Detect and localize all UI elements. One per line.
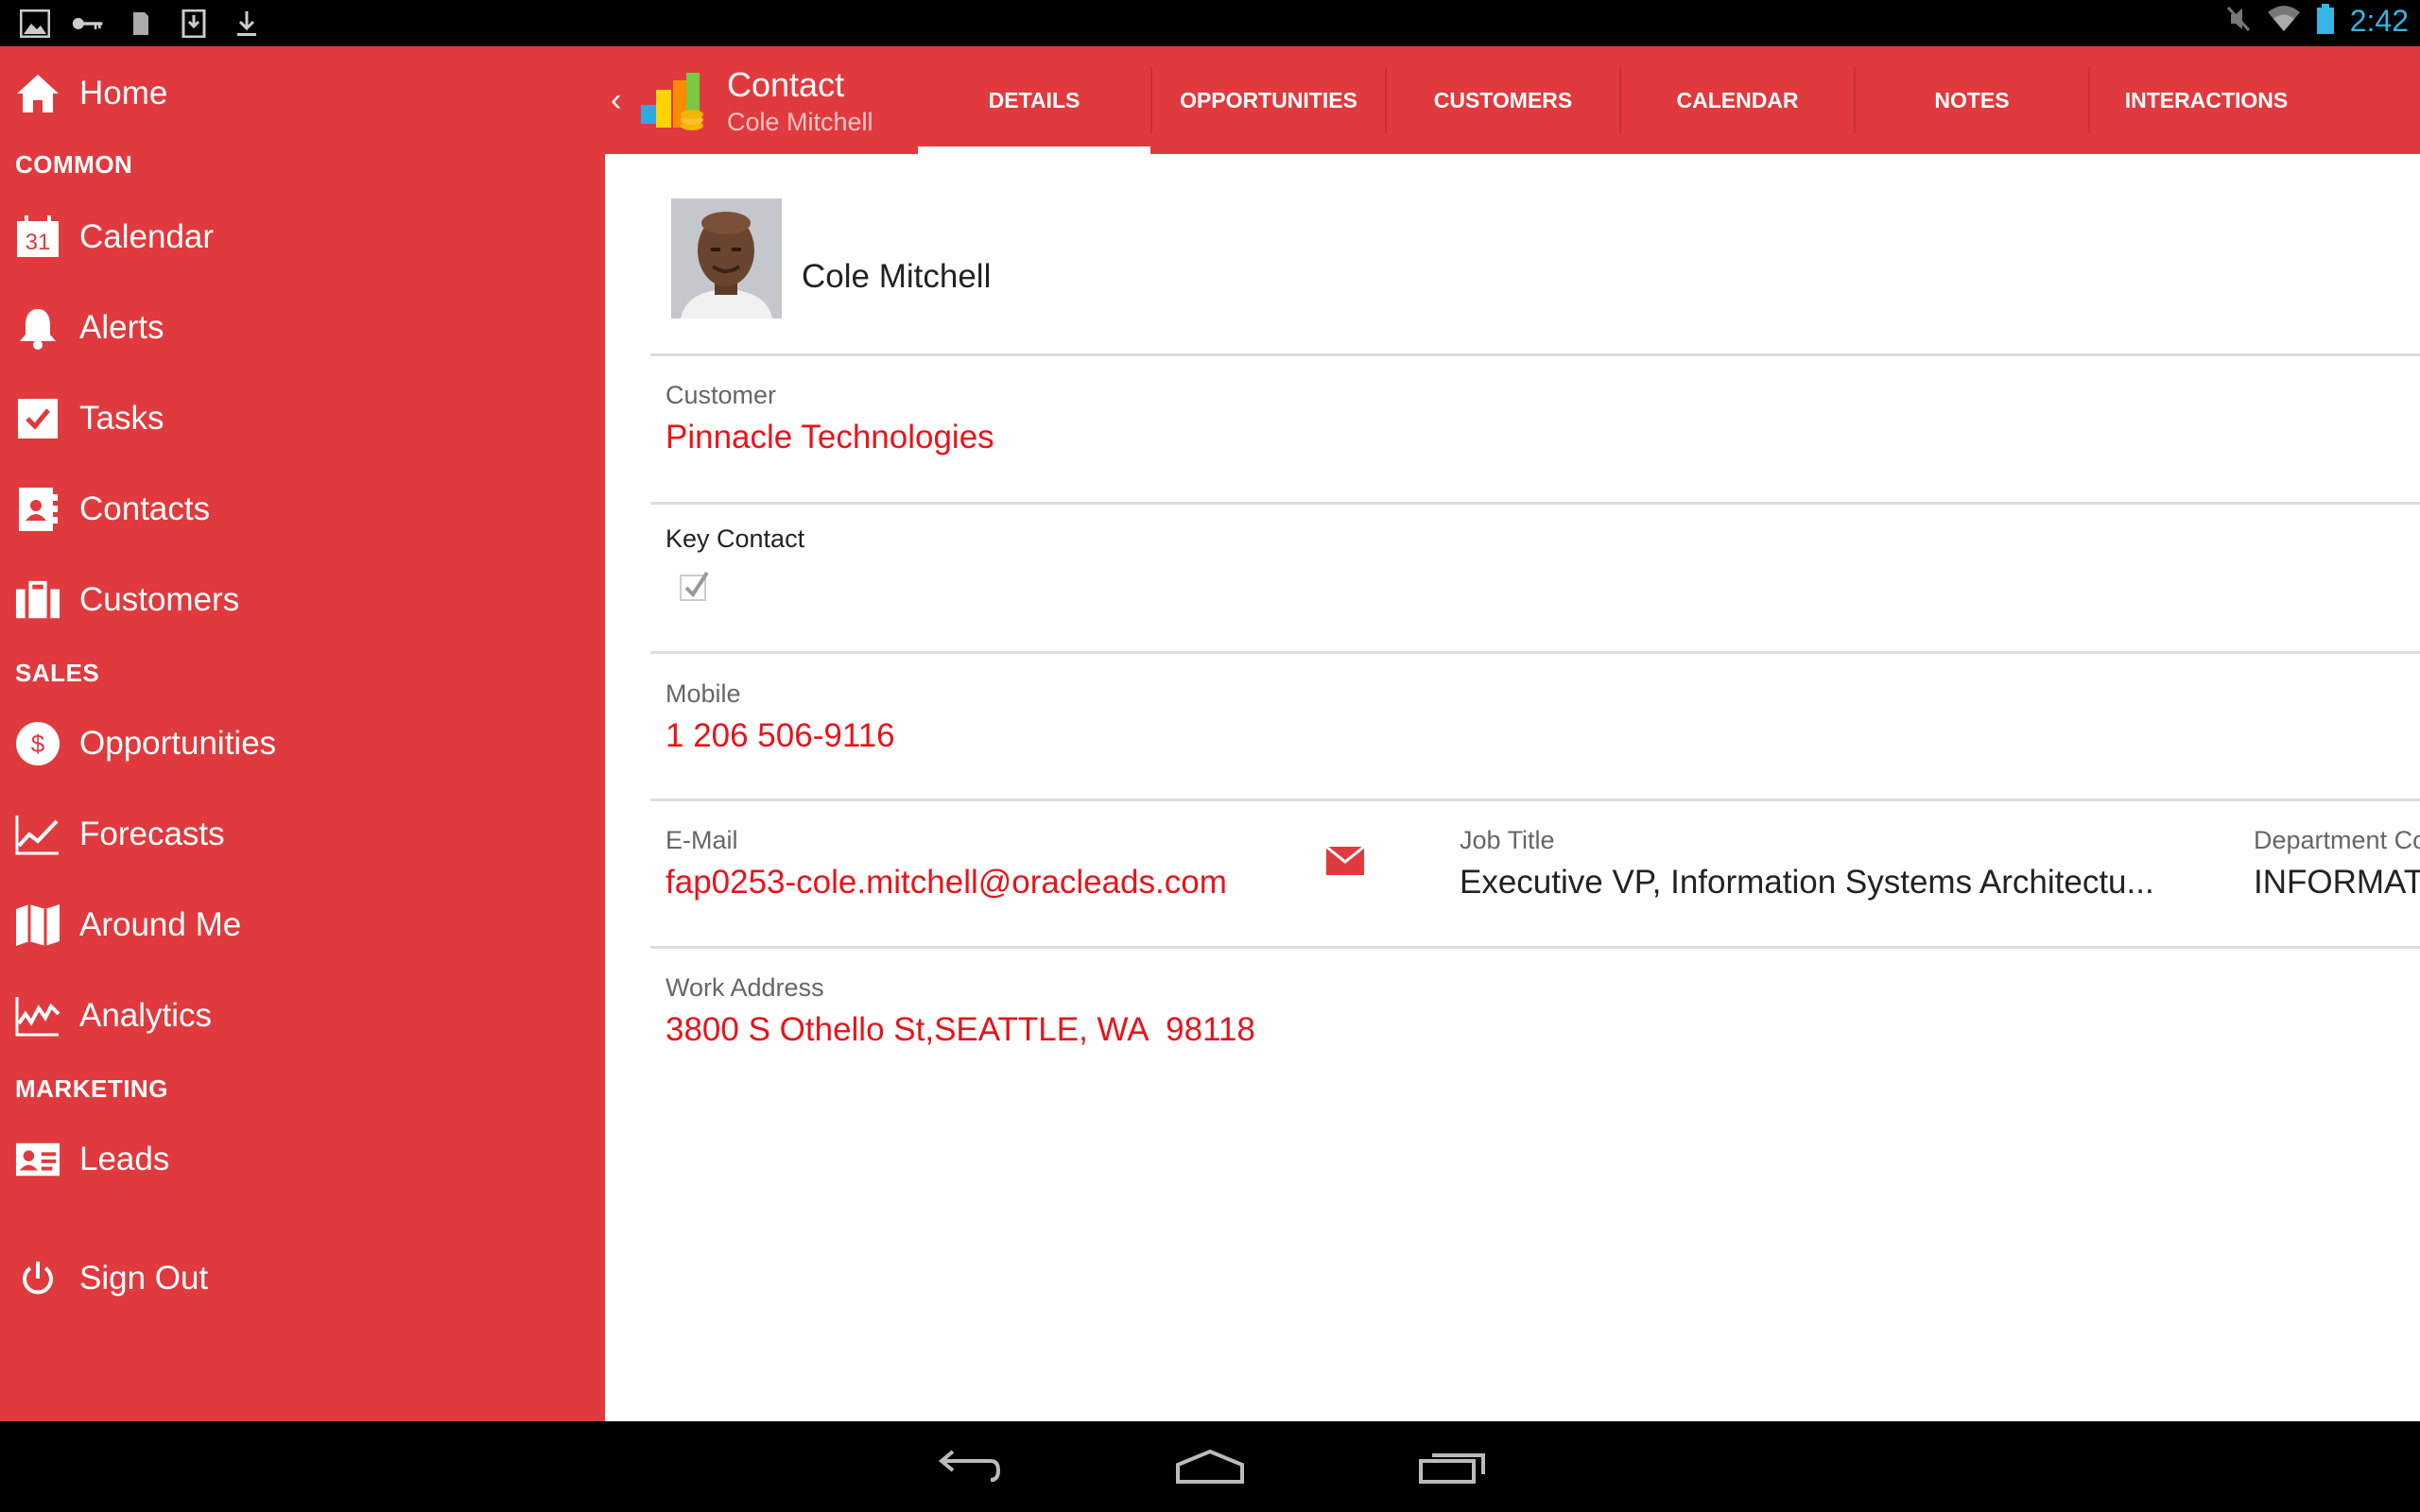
dollar-icon: $: [15, 721, 60, 766]
nav-home[interactable]: Home: [0, 56, 605, 131]
section-common: COMMON: [15, 150, 133, 179]
email-label: E-Mail: [666, 826, 738, 854]
recent-apps-icon[interactable]: [1410, 1438, 1495, 1495]
analytics-icon: [15, 993, 60, 1039]
email-link[interactable]: fap0253-cole.mitchell@oracleads.com: [666, 864, 1227, 902]
nav-calendar-label: Calendar: [79, 218, 215, 255]
job-title-label: Job Title: [1460, 826, 1555, 854]
nav-contacts-label: Contacts: [79, 490, 211, 527]
nav-leads[interactable]: Leads: [0, 1122, 605, 1197]
mobile-label: Mobile: [666, 679, 741, 708]
work-address-label: Work Address: [666, 973, 824, 1002]
navigation-drawer: Home COMMON 31 Calendar Alerts Tasks Con…: [0, 46, 605, 1421]
contact-details: Cole Mitchell Customer Pinnacle Technolo…: [605, 154, 2420, 1421]
nav-opportunities[interactable]: $ Opportunities: [0, 706, 605, 782]
customer-label: Customer: [666, 381, 777, 409]
map-icon: [15, 902, 60, 948]
nav-analytics-label: Analytics: [79, 997, 213, 1034]
back-chevron-icon[interactable]: ‹: [611, 82, 621, 119]
key-icon: [72, 8, 104, 40]
bell-icon: [15, 305, 60, 351]
id-card-icon: [15, 1137, 60, 1182]
gallery-icon: [19, 8, 51, 40]
clock: 2:42: [2349, 4, 2409, 38]
key-contact-checkbox[interactable]: [679, 569, 713, 608]
calendar-icon: 31: [15, 215, 60, 260]
address-book-icon: [15, 487, 60, 532]
nav-alerts[interactable]: Alerts: [0, 290, 605, 366]
nav-leads-label: Leads: [79, 1141, 170, 1177]
work-address-link[interactable]: 3800 S Othello St,SEATTLE, WA 98118: [666, 1011, 1255, 1049]
section-sales: SALES: [15, 659, 100, 687]
action-bar: ‹ Contact Cole Mitchell DETAILS OPPORTUN…: [605, 46, 2420, 154]
nav-customers[interactable]: Customers: [0, 562, 605, 638]
power-icon: [15, 1256, 60, 1301]
department-label: Department Co: [2254, 826, 2420, 854]
mute-icon: [2225, 5, 2252, 38]
tab-opportunities[interactable]: OPPORTUNITIES: [1152, 46, 1385, 154]
home-button-icon[interactable]: [1167, 1438, 1253, 1495]
divider: [650, 502, 2420, 505]
nav-home-label: Home: [79, 75, 168, 112]
nav-forecasts[interactable]: Forecasts: [0, 797, 605, 872]
nav-forecasts-label: Forecasts: [79, 816, 225, 852]
avatar: [671, 198, 782, 318]
section-marketing: MARKETING: [15, 1074, 168, 1103]
envelope-icon[interactable]: [1325, 845, 1365, 880]
nav-opportunities-label: Opportunities: [79, 725, 277, 762]
nav-sign-out[interactable]: Sign Out: [0, 1241, 605, 1316]
key-contact-label: Key Contact: [666, 524, 805, 553]
page-subtitle: Cole Mitchell: [727, 108, 873, 136]
nav-contacts[interactable]: Contacts: [0, 472, 605, 547]
nav-alerts-label: Alerts: [79, 309, 164, 346]
contact-name: Cole Mitchell: [802, 258, 992, 295]
tab-customers[interactable]: CUSTOMERS: [1387, 46, 1619, 154]
tab-calendar[interactable]: CALENDAR: [1621, 46, 1854, 154]
briefcase-icon: [15, 577, 60, 623]
nav-tasks-label: Tasks: [79, 400, 164, 437]
nav-around-me-label: Around Me: [79, 906, 242, 943]
job-title-value: Executive VP, Information Systems Archit…: [1460, 864, 2154, 901]
calendar-icon-text: 31: [26, 230, 51, 255]
back-icon[interactable]: [925, 1438, 1011, 1495]
app-logo[interactable]: [628, 63, 713, 139]
divider: [650, 651, 2420, 654]
nav-sign-out-label: Sign Out: [79, 1260, 209, 1297]
wifi-icon: [2267, 5, 2301, 38]
divider: [650, 946, 2420, 949]
customer-link[interactable]: Pinnacle Technologies: [666, 419, 994, 456]
tab-notes[interactable]: NOTES: [1856, 46, 2088, 154]
page-title: Contact: [727, 65, 845, 104]
nav-around-me[interactable]: Around Me: [0, 887, 605, 963]
nav-analytics[interactable]: Analytics: [0, 978, 605, 1054]
status-bar: 2:42: [0, 0, 2420, 46]
checkbox-icon: [15, 396, 60, 441]
mobile-link[interactable]: 1 206 506-9116: [666, 717, 895, 755]
download-box-icon: [178, 8, 210, 40]
sim-icon: [125, 8, 157, 40]
tab-details[interactable]: DETAILS: [918, 46, 1150, 154]
trend-chart-icon: [15, 812, 60, 857]
department-value: INFORMAT: [2254, 864, 2420, 901]
divider: [650, 353, 2420, 356]
nav-calendar[interactable]: 31 Calendar: [0, 199, 605, 275]
system-navigation-bar: [0, 1421, 2420, 1512]
battery-icon: [2316, 4, 2335, 39]
download-icon: [231, 8, 263, 40]
dollar-icon-text: $: [31, 730, 45, 758]
home-icon: [15, 71, 60, 116]
nav-customers-label: Customers: [79, 581, 240, 618]
nav-tasks[interactable]: Tasks: [0, 381, 605, 456]
tab-interactions[interactable]: INTERACTIONS: [2090, 46, 2323, 154]
divider: [650, 799, 2420, 801]
